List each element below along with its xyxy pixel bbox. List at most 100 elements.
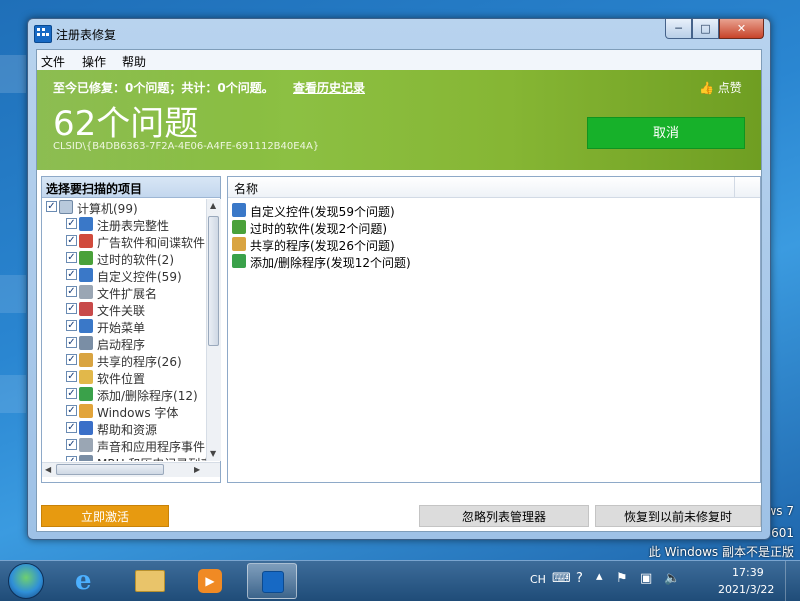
results-column-header[interactable]: 名称 — [228, 177, 760, 198]
genuine-watermark: 此 Windows 副本不是正版 — [648, 545, 794, 559]
window-title: 注册表修复 — [56, 28, 117, 42]
tree-item-label: 自定义控件(59) — [97, 270, 182, 284]
start-menu-icon — [79, 319, 93, 333]
blocks-icon — [232, 203, 246, 217]
taskbar: e ▶ CH ⌨ ? ▴ ⚑ ▣ 🔈 17:39 2021/3/22 — [0, 560, 800, 601]
keyboard-icon[interactable]: ⌨ — [552, 571, 571, 586]
scroll-down-icon[interactable]: ▼ — [210, 449, 216, 458]
tree-item-label: 文件扩展名 — [97, 287, 158, 301]
tree-item-checkbox[interactable]: ✓ — [66, 235, 77, 246]
document-icon — [79, 285, 93, 299]
taskbar-ie[interactable]: e — [65, 563, 115, 599]
tree-vertical-scroll-thumb[interactable] — [208, 216, 219, 346]
tree-root-checkbox[interactable]: ✓ — [46, 201, 57, 212]
menu-action[interactable]: 操作 — [82, 53, 106, 70]
desktop-icon-recycle[interactable] — [0, 375, 26, 413]
tree-horizontal-scroll-thumb[interactable] — [56, 464, 164, 475]
tree-item-label: MRU 和历史记录列表 — [97, 455, 206, 461]
tree-item-label: 帮助和资源 — [97, 423, 158, 437]
ie-icon: e — [75, 566, 92, 596]
media-player-icon: ▶ — [198, 569, 222, 593]
tree-item-checkbox[interactable]: ✓ — [66, 439, 77, 450]
tree-item-checkbox[interactable]: ✓ — [66, 422, 77, 433]
network-icon[interactable]: ▣ — [640, 571, 652, 586]
taskbar-registry-repair[interactable] — [247, 563, 297, 599]
scan-results-pane: 名称 自定义控件(发现59个问题) 过时的软件(发现2个问题) 共享的程序(发现26… — [227, 176, 761, 483]
handshake-icon — [79, 353, 93, 367]
menu-help[interactable]: 帮助 — [122, 53, 146, 70]
clock-time[interactable]: 17:39 — [732, 566, 764, 579]
desktop-icon-edge-2[interactable] — [0, 275, 26, 313]
close-button[interactable]: ✕ — [719, 19, 764, 39]
recycle-icon — [79, 387, 93, 401]
tree-item-checkbox[interactable]: ✓ — [66, 303, 77, 314]
desktop-icon-edge[interactable] — [0, 55, 26, 93]
adware-icon — [79, 234, 93, 248]
registry-repair-icon — [262, 571, 284, 593]
startup-icon — [79, 336, 93, 350]
thumbs-up-icon: 👍 — [699, 81, 714, 95]
start-button[interactable] — [8, 563, 44, 599]
column-name-label: 名称 — [234, 182, 259, 196]
scan-items-title: 选择要扫描的项目 — [46, 182, 143, 196]
font-icon — [79, 404, 93, 418]
tree-item-checkbox[interactable]: ✓ — [66, 218, 77, 229]
tree-item-checkbox[interactable]: ✓ — [66, 320, 77, 331]
result-label: 自定义控件(发现59个问题) — [250, 205, 395, 219]
tree-item-checkbox[interactable]: ✓ — [66, 371, 77, 382]
menu-file[interactable]: 文件 — [41, 53, 65, 70]
taskbar-media-player[interactable]: ▶ — [185, 563, 235, 599]
scan-items-pane: 选择要扫描的项目 ✓ 计算机(99) ✓ 注册表完整性 ✓ 广告软件和间谍软件 ✓ 过时的… — [41, 176, 221, 483]
tree-item-checkbox[interactable]: ✓ — [66, 456, 77, 461]
scroll-up-icon[interactable]: ▲ — [210, 201, 216, 210]
show-desktop-button[interactable] — [785, 561, 800, 601]
tree-item-label: 启动程序 — [97, 338, 146, 352]
title-bar[interactable]: 注册表修复 ─ □ ✕ — [28, 19, 770, 49]
tree-item-label: 共享的程序(26) — [97, 355, 182, 369]
scan-items-tree: ✓ 计算机(99) ✓ 注册表完整性 ✓ 广告软件和间谍软件 ✓ 过时的软件(2) ✓ 自定义… — [42, 199, 206, 461]
scroll-left-icon[interactable]: ◀ — [45, 465, 51, 474]
tree-item-checkbox[interactable]: ✓ — [66, 252, 77, 263]
taskbar-explorer[interactable] — [125, 563, 175, 599]
like-button[interactable]: 👍 点赞 — [699, 79, 742, 96]
window-client-area: 文件 操作 帮助 至今已修复：0个问题；共计：0个问题。 查看历史记录 👍 点赞… — [36, 49, 762, 532]
column-separator[interactable] — [734, 177, 735, 197]
tree-horizontal-scrollbar[interactable]: ◀ ▶ — [42, 462, 220, 477]
minimize-button[interactable]: ─ — [665, 19, 692, 39]
tray-expand-icon[interactable]: ▴ — [596, 569, 603, 584]
cancel-button[interactable]: 取消 — [587, 117, 745, 149]
scroll-right-icon[interactable]: ▶ — [194, 465, 200, 474]
result-label: 添加/删除程序(发现12个问题) — [250, 256, 411, 270]
history-icon — [79, 455, 93, 461]
repair-summary: 至今已修复：0个问题；共计：0个问题。 — [53, 81, 274, 95]
action-center-icon[interactable]: ⚑ — [616, 571, 628, 586]
volume-icon[interactable]: 🔈 — [664, 571, 680, 586]
help-tray-icon[interactable]: ? — [576, 571, 583, 586]
result-label: 共享的程序(发现26个问题) — [250, 239, 395, 253]
tree-item-checkbox[interactable]: ✓ — [66, 388, 77, 399]
clock-date[interactable]: 2021/3/22 — [718, 583, 774, 596]
status-banner: 至今已修复：0个问题；共计：0个问题。 查看历史记录 👍 点赞 62个问题 CL… — [37, 70, 761, 170]
issue-count: 62个问题 — [53, 104, 199, 144]
restore-previous-button[interactable]: 恢复到以前未修复时 — [595, 505, 761, 527]
input-language[interactable]: CH — [530, 573, 546, 586]
registry-repair-window: 注册表修复 ─ □ ✕ 文件 操作 帮助 至今已修复：0个问题；共计：0个问题。… — [27, 18, 771, 540]
activate-button[interactable]: 立即激活 — [41, 505, 169, 527]
tree-item-checkbox[interactable]: ✓ — [66, 405, 77, 416]
tree-item-checkbox[interactable]: ✓ — [66, 337, 77, 348]
tree-vertical-scrollbar[interactable]: ▲ ▼ — [206, 199, 221, 461]
tree-item-checkbox[interactable]: ✓ — [66, 286, 77, 297]
tree-item-label: 软件位置 — [97, 372, 146, 386]
maximize-button[interactable]: □ — [692, 19, 719, 39]
tree-item-label: Windows 字体 — [97, 406, 179, 420]
tree-item-label: 文件关联 — [97, 304, 146, 318]
ignore-list-manager-button[interactable]: 忽略列表管理器 — [419, 505, 589, 527]
current-scan-path: CLSID\{B4DB6363-7F2A-4E06-A4FE-691112B40… — [53, 141, 320, 152]
like-label: 点赞 — [717, 81, 742, 95]
tree-item-checkbox[interactable]: ✓ — [66, 354, 77, 365]
view-history-link[interactable]: 查看历史记录 — [293, 79, 365, 96]
tree-item-checkbox[interactable]: ✓ — [66, 269, 77, 280]
tree-item-label: 过时的软件(2) — [97, 253, 174, 267]
scan-items-header: 选择要扫描的项目 — [42, 177, 220, 198]
tree-item-label: 添加/删除程序(12) — [97, 389, 198, 403]
